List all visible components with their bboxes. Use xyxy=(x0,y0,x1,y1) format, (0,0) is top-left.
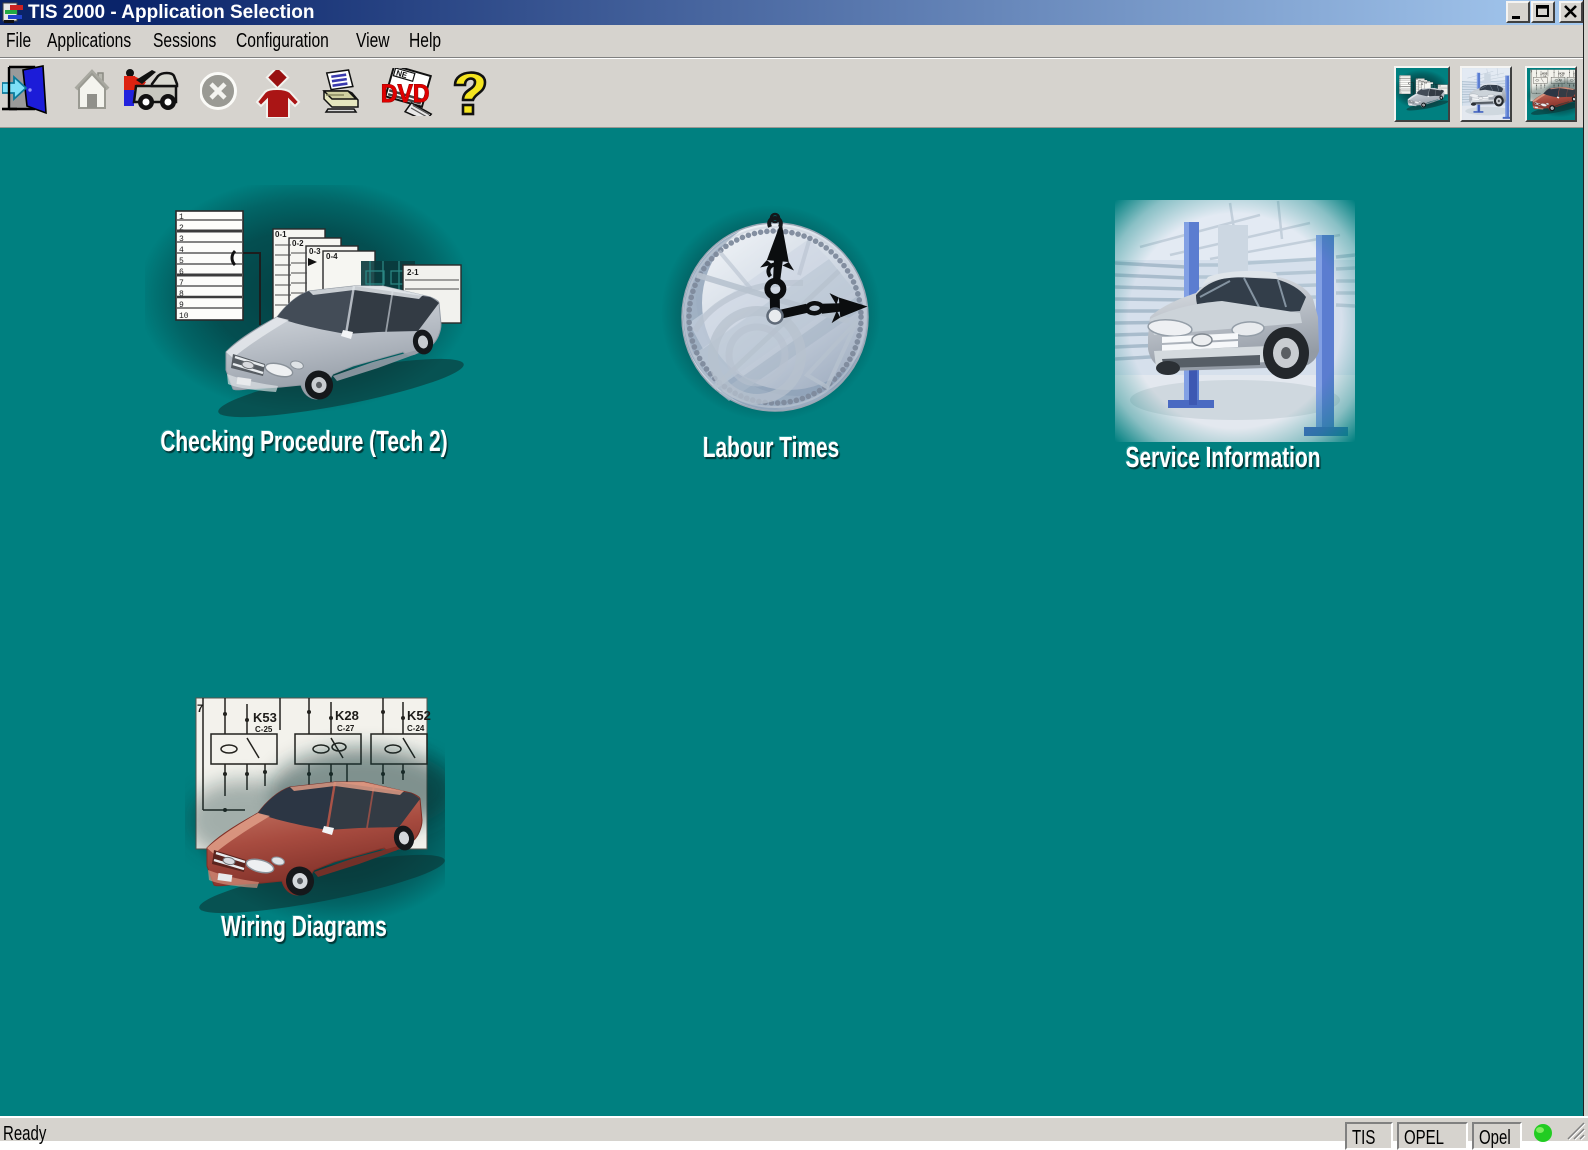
svg-text:DVD: DVD xyxy=(381,80,430,108)
